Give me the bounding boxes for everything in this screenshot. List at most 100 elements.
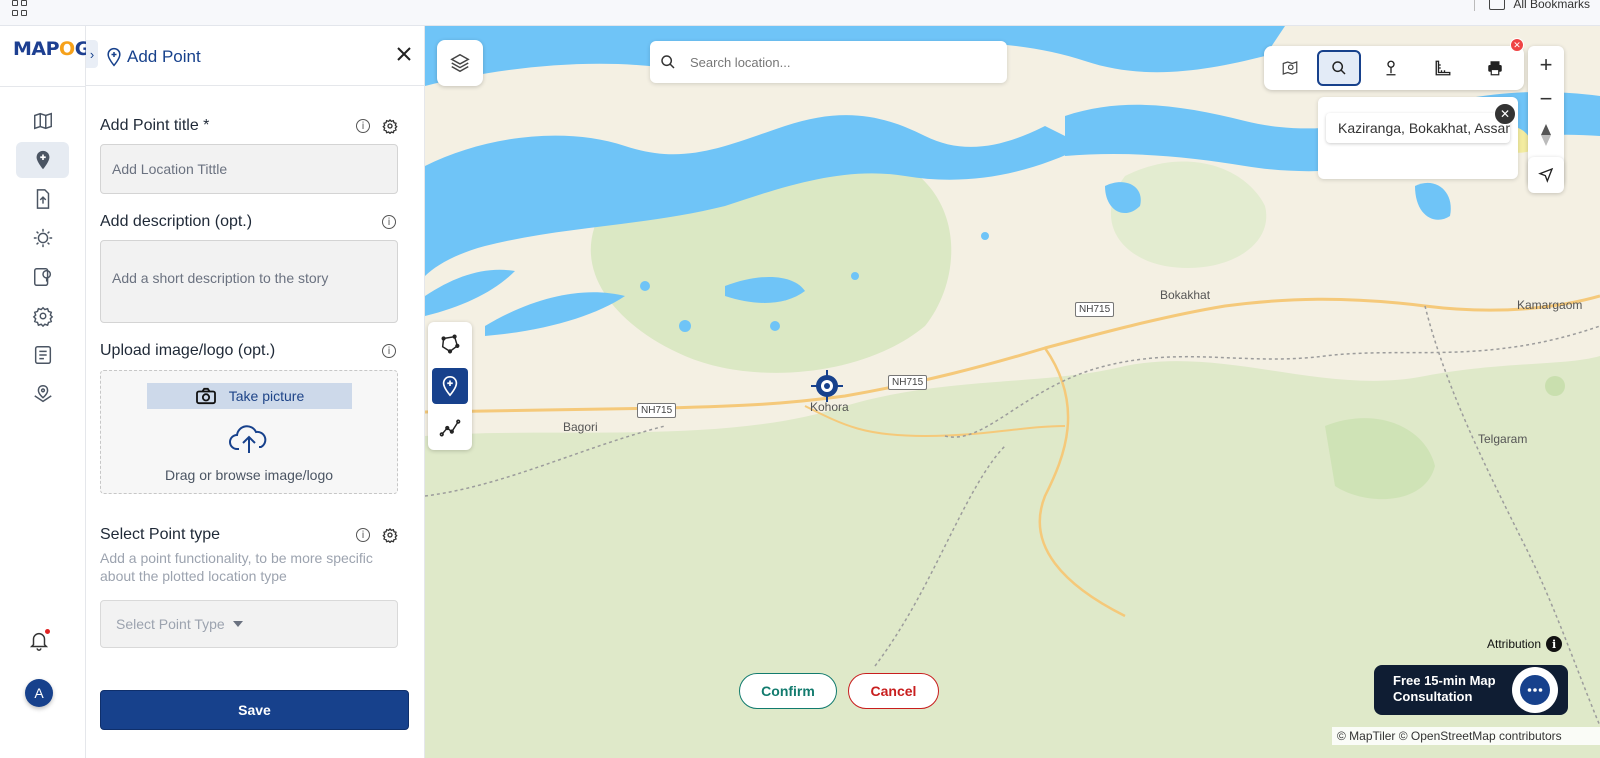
search-result-panel: Kaziranga, Bokakhat, Assam <box>1318 97 1518 179</box>
save-button[interactable]: Save <box>100 690 409 730</box>
add-location-icon <box>107 47 121 67</box>
upload-file-icon <box>36 189 49 209</box>
sidebar-item-locations[interactable] <box>16 376 69 412</box>
map-canvas[interactable]: ✕ Kaziranga, Bokakhat, Assam ✕ + − Bokak… <box>425 26 1600 758</box>
image-upload-dropzone[interactable]: Take picture Drag or browse image/logo <box>100 370 398 494</box>
sidebar-item-analysis[interactable] <box>16 220 69 256</box>
draw-polygon-tool[interactable] <box>432 326 468 362</box>
map-top-toolbar <box>1264 46 1524 90</box>
sidebar-item-settings[interactable] <box>16 298 69 334</box>
layers-button[interactable] <box>437 40 483 86</box>
map-pin-settings-icon <box>33 268 51 286</box>
search-result-field[interactable]: Kaziranga, Bokakhat, Assam <box>1326 113 1510 143</box>
sidebar-item-add-point[interactable] <box>16 142 69 178</box>
sidebar-item-map-settings[interactable] <box>16 259 69 295</box>
info-icon[interactable]: i <box>382 215 396 229</box>
zoom-in-button[interactable]: + <box>1528 48 1564 82</box>
navigation-arrow-icon <box>1538 167 1554 183</box>
map-label-kohora: Kohora <box>810 400 849 414</box>
take-picture-button[interactable]: Take picture <box>147 383 352 409</box>
ruler-icon <box>1435 60 1451 76</box>
info-icon[interactable]: i <box>356 528 370 542</box>
collapse-panel-button[interactable]: › <box>86 40 98 68</box>
confirm-button[interactable]: Confirm <box>739 673 837 709</box>
add-point-panel: › Add Point Add Point title * i Add Loca… <box>86 26 425 758</box>
polygon-icon <box>441 334 460 354</box>
chat-button[interactable] <box>1512 667 1558 713</box>
upload-label: Upload image/logo (opt.) <box>100 342 276 359</box>
map-label-telgaram: Telgaram <box>1478 432 1528 446</box>
camera-icon <box>195 387 216 405</box>
all-bookmarks[interactable]: All Bookmarks <box>1474 0 1590 11</box>
search-result-text: Kaziranga, Bokakhat, Assam <box>1338 120 1510 136</box>
sidebar-item-upload[interactable] <box>16 181 69 217</box>
map-search-area-tool[interactable] <box>1268 50 1312 86</box>
layers-icon <box>450 53 470 73</box>
add-point-icon <box>442 376 458 397</box>
map-label-kamargaom: Kamargaom <box>1517 298 1583 312</box>
compass-button[interactable] <box>1528 118 1564 152</box>
print-tool[interactable] <box>1473 50 1517 86</box>
divider <box>0 86 86 87</box>
draw-point-tool[interactable] <box>432 368 468 404</box>
pin-tool[interactable] <box>1369 50 1413 86</box>
apps-grid-icon[interactable] <box>12 0 28 16</box>
point-type-help: Add a point functionality, to be more sp… <box>100 550 373 584</box>
description-textarea[interactable]: Add a short description to the story <box>100 240 398 323</box>
zoom-out-button[interactable]: − <box>1528 82 1564 116</box>
printer-icon <box>1488 61 1502 76</box>
description-label: Add description (opt.) <box>100 213 253 230</box>
sidebar-item-reports[interactable] <box>16 337 69 373</box>
report-icon <box>34 346 51 364</box>
cancel-button[interactable]: Cancel <box>848 673 939 709</box>
location-search[interactable] <box>650 41 1007 83</box>
road-shield: NH715 <box>888 375 928 390</box>
gear-icon[interactable] <box>382 527 398 543</box>
gear-icon <box>32 306 53 327</box>
map-label-bokakhat: Bokakhat <box>1160 288 1211 302</box>
browser-bookmark-bar: All Bookmarks <box>0 0 1600 26</box>
cloud-upload-icon <box>229 425 267 453</box>
caret-down-icon <box>232 621 243 627</box>
notification-dot <box>45 629 50 634</box>
folder-icon <box>1489 0 1506 10</box>
drag-browse-text: Drag or browse image/logo <box>164 467 334 483</box>
map-copyright[interactable]: © MapTiler © OpenStreetMap contributors <box>1332 727 1600 745</box>
point-type-label: Select Point type <box>100 526 221 543</box>
draw-line-tool[interactable] <box>432 410 468 446</box>
logo-text-left: MAP <box>13 38 60 60</box>
panel-title: Add Point <box>127 47 201 66</box>
road-shield: NH715 <box>637 403 677 418</box>
compass-icon <box>1541 124 1551 146</box>
logo-text-accent: O <box>59 38 75 60</box>
close-icon[interactable] <box>394 44 414 64</box>
map-search-icon <box>1282 61 1298 75</box>
info-icon[interactable]: i <box>356 119 370 133</box>
sidebar-item-map[interactable] <box>16 103 69 139</box>
close-toolbar-icon[interactable]: ✕ <box>1510 38 1524 52</box>
point-title-input[interactable]: Add Location Tittle <box>100 144 398 194</box>
gear-icon[interactable] <box>382 118 398 134</box>
panel-header: › Add Point <box>86 26 425 86</box>
search-tool[interactable] <box>1317 50 1361 86</box>
app-logo[interactable]: MAPOG <box>13 38 90 60</box>
pin-icon <box>1386 60 1396 76</box>
measure-tool[interactable] <box>1421 50 1465 86</box>
settings-sun-icon <box>33 228 52 248</box>
road-shield: NH715 <box>1075 302 1115 317</box>
map-icon <box>33 112 52 130</box>
info-icon[interactable]: i <box>382 344 396 358</box>
point-type-select[interactable]: Select Point Type <box>100 600 398 648</box>
all-bookmarks-label: All Bookmarks <box>1513 0 1590 11</box>
attribution-toggle[interactable]: Attribution i <box>1487 636 1563 652</box>
divider <box>1474 0 1476 11</box>
attribution-label: Attribution <box>1487 637 1542 651</box>
locate-me-button[interactable] <box>1528 157 1564 193</box>
search-icon <box>1332 61 1346 75</box>
drawing-toolbar <box>428 322 472 450</box>
search-input[interactable] <box>690 54 980 70</box>
chat-icon <box>1520 675 1550 705</box>
polyline-icon <box>439 419 461 437</box>
avatar[interactable]: A <box>25 679 53 707</box>
close-result-icon[interactable]: ✕ <box>1494 103 1516 125</box>
